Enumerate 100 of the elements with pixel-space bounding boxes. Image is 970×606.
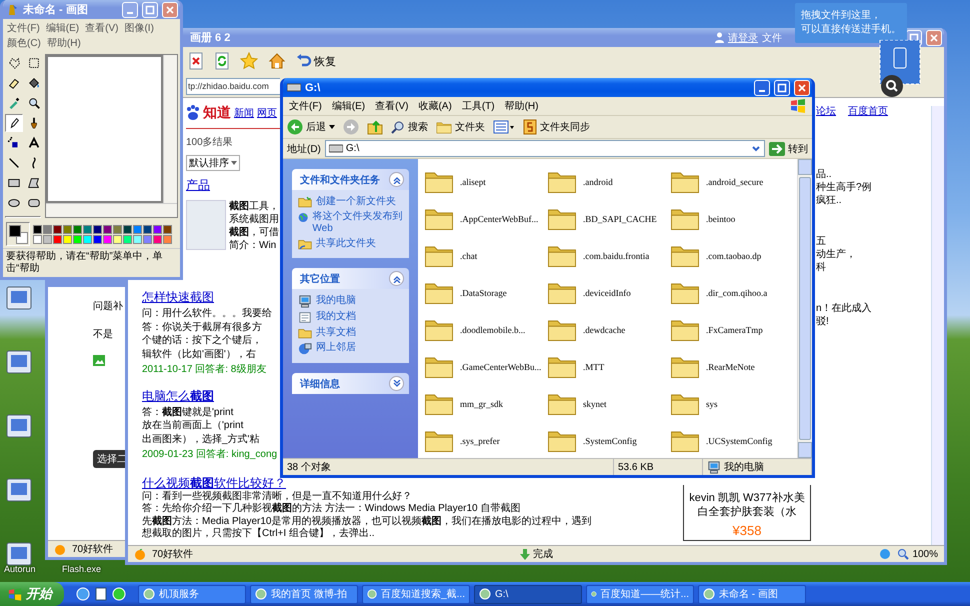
folder-name[interactable]: .com.baidu.frontia [583,250,650,260]
folder-name[interactable]: .chat [460,250,478,260]
folder-name[interactable]: .deviceidInfo [583,288,631,298]
folder-name[interactable]: .UCSystemConfig [706,436,772,446]
folder-icon[interactable] [547,354,577,378]
folder-name[interactable]: .android [583,176,613,186]
task-link[interactable]: 网上邻居 [316,342,356,354]
folder-name[interactable]: .dir_com.qihoo.a [706,288,768,298]
folder-name[interactable]: .android_secure [706,176,764,186]
folder-name[interactable]: .MTT [583,362,604,372]
color-swatch[interactable] [133,234,142,244]
task-link[interactable]: 我的电脑 [316,295,356,307]
color-swatch[interactable] [163,224,172,234]
menu-item[interactable]: 查看(V) [85,21,118,35]
nav-link[interactable]: 新闻 [234,106,254,120]
folder-icon[interactable] [670,428,700,452]
folder-name[interactable]: .dewdcache [583,324,626,334]
color-swatch[interactable] [73,234,82,244]
go-button[interactable]: 转到 [769,142,808,156]
folder-name[interactable]: .com.taobao.dp [706,250,762,260]
color-swatch[interactable] [73,224,82,234]
task-link[interactable]: 共享此文件夹 [316,238,376,250]
folder-name[interactable]: .RearMeNote [706,362,755,372]
color-swatch[interactable] [153,234,162,244]
taskbar-button[interactable]: G:\ [474,584,582,604]
taskbar-button[interactable]: 未命名 - 画图 [698,584,806,604]
result-title[interactable]: 怎样快速截图 [142,290,214,304]
color-swatch[interactable] [53,234,62,244]
folder-name[interactable]: .alisept [460,176,486,186]
menu-item[interactable]: 查看(V) [375,99,408,113]
nav-link[interactable]: 网页 [257,106,277,120]
folder-name[interactable]: .BD_SAPI_CACHE [583,214,657,224]
minimize-button[interactable] [122,2,138,18]
result-title[interactable]: 产品 [186,177,210,194]
home-icon[interactable] [268,52,286,70]
folder-icon[interactable] [547,280,577,304]
search-button[interactable]: 搜索 [391,120,428,134]
menu-item[interactable]: 编辑(E) [46,21,80,35]
folder-icon[interactable] [424,170,454,194]
folder-icon[interactable] [670,244,700,268]
folder-icon[interactable] [547,206,577,230]
globe-icon[interactable] [112,587,126,601]
color-swatch[interactable] [53,224,62,234]
result-title[interactable]: 电脑怎么截图 [142,388,214,402]
color-swatch[interactable] [123,224,132,234]
refresh-icon[interactable] [214,52,230,70]
stop-icon[interactable] [188,52,204,70]
collapse-button[interactable] [389,172,404,187]
views-icon[interactable] [493,120,515,134]
panel-header[interactable]: 文件和文件夹任务 [292,169,409,190]
color-swatch[interactable] [143,224,152,234]
folder-icon[interactable] [670,170,700,194]
folder-name[interactable]: mm_gr_sdk [460,398,504,408]
vertical-scrollbar[interactable] [931,106,944,545]
taskbar-button[interactable]: 百度知道——统计... [586,584,694,604]
menu-item[interactable]: 文件(F) [289,99,322,113]
menu-item[interactable]: 编辑(E) [332,99,366,113]
tool-button[interactable] [5,114,23,132]
color-swatch[interactable] [113,224,122,234]
color-swatch[interactable] [33,224,42,234]
menu-item[interactable]: 文件(F) [7,21,40,35]
collapse-button[interactable] [389,271,404,286]
color-swatch[interactable] [93,224,102,234]
forward-button-icon[interactable] [343,119,359,135]
folder-name[interactable]: .GameCenterWebBu... [460,362,542,372]
folder-icon[interactable] [424,392,454,416]
start-button[interactable]: 开始 [0,582,64,606]
menu-item[interactable]: 帮助(H) [46,36,81,50]
color-swatch[interactable] [123,234,132,244]
folder-icon[interactable] [547,318,577,342]
sort-dropdown[interactable]: 默认排序 [186,155,240,171]
color-swatch[interactable] [63,224,72,234]
nav-link[interactable]: 百度首页 [848,104,888,118]
color-swatch[interactable] [113,234,122,244]
folder-icon[interactable] [670,318,700,342]
color-swatch[interactable] [33,234,42,244]
color-swatch[interactable] [153,224,162,234]
desktop-icon-label[interactable]: Autorun [4,564,36,574]
folder-icon[interactable] [670,280,700,304]
folder-name[interactable]: sys [706,398,718,408]
color-swatch[interactable] [63,234,72,244]
maximize-button[interactable] [142,2,158,18]
nav-link[interactable]: 论坛 [816,104,836,118]
folder-name[interactable]: .doodlemobile.b... [460,324,526,334]
restore-button[interactable]: 恢复 [296,54,336,68]
minimize-button[interactable] [754,80,770,96]
close-button[interactable] [926,30,942,46]
close-button[interactable] [794,80,810,96]
color-swatch[interactable] [93,234,102,244]
product-ad[interactable]: kevin 凯凯 W377补水美白全套护肤套装（水 ¥358 [683,485,811,541]
color-swatch[interactable] [103,234,112,244]
back-button[interactable]: 后退 [287,119,335,135]
color-swatch[interactable] [103,224,112,234]
folder-name[interactable]: .SystemConfig [583,436,637,446]
folder-name[interactable]: .FxCameraTmp [706,324,763,334]
task-link[interactable]: 共享文档 [316,327,356,339]
panel-header[interactable]: 其它位置 [292,268,409,289]
folder-icon[interactable] [424,428,454,452]
folder-icon[interactable] [670,354,700,378]
color-swatch[interactable] [83,224,92,234]
